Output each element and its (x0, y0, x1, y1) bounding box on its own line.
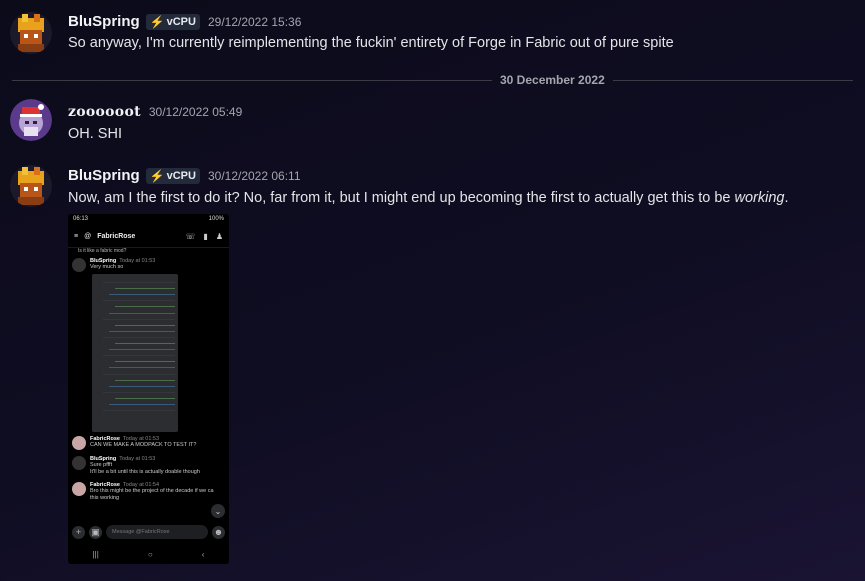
lightning-icon: ⚡ (149, 168, 165, 183)
avatar[interactable] (10, 165, 52, 207)
phone-message: FabricRose Today at 01:53 CAN WE MAKE A M… (68, 432, 229, 452)
date-divider-label: 30 December 2022 (492, 73, 613, 87)
image-attachment[interactable]: 06:13 100% ≡ @ FabricRose ☏ ▮ ♟ Is it li… (68, 214, 229, 564)
username[interactable]: BluSpring (68, 13, 140, 30)
phone-message: BluSpring Today at 01:53 Sure pffft It'll… (68, 452, 229, 478)
members-icon: ♟ (215, 232, 223, 241)
chevron-down-icon: ⌄ (211, 504, 225, 518)
phone-avatar (72, 258, 86, 272)
phone-message-input: Message @FabricRose (106, 525, 208, 539)
timestamp[interactable]: 30/12/2022 06:11 (208, 169, 301, 183)
role-badge[interactable]: ⚡ vCPU (145, 167, 200, 184)
phone-message: FabricRose Today at 01:54 Bro this might … (68, 478, 229, 504)
avatar[interactable] (10, 12, 52, 54)
role-badge[interactable]: ⚡ vCPU (145, 13, 200, 30)
timestamp[interactable]: 30/12/2022 05:49 (149, 105, 242, 119)
username[interactable]: zoooooot (68, 104, 141, 120)
home-icon: ○ (147, 549, 153, 559)
lightning-icon: ⚡ (149, 14, 165, 29)
message-content: OH. SHI (68, 126, 122, 142)
phone-avatar (72, 482, 86, 496)
role-label: vCPU (166, 15, 196, 28)
date-divider (12, 80, 853, 81)
video-icon: ▮ (203, 232, 208, 241)
phone-embedded-screenshot (92, 274, 178, 432)
back-icon: ‹ (201, 549, 205, 559)
emoji-icon: ☻ (212, 525, 225, 539)
at-icon: @ (84, 233, 92, 240)
plus-icon: + (72, 525, 85, 539)
phone-channel-name: FabricRose (97, 233, 136, 240)
phone-avatar (72, 436, 86, 450)
phone-message: BluSpring Today at 01:53 Very much so (68, 254, 229, 274)
recent-apps-icon: ||| (92, 549, 99, 559)
avatar[interactable] (10, 99, 52, 141)
phone-call-icon: ☏ (185, 232, 196, 241)
gift-icon: ▣ (89, 525, 102, 539)
phone-avatar (72, 456, 86, 470)
message-content: Now, am I the first to do it? No, far fr… (68, 190, 789, 206)
phone-status-time: 06:13 (73, 216, 89, 222)
role-label: vCPU (166, 169, 196, 182)
phone-status-battery: 100% (208, 216, 224, 222)
username[interactable]: BluSpring (68, 167, 140, 184)
message-content: So anyway, I'm currently reimplementing … (68, 35, 674, 51)
menu-icon: ≡ (74, 233, 79, 240)
timestamp[interactable]: 29/12/2022 15:36 (208, 15, 301, 29)
